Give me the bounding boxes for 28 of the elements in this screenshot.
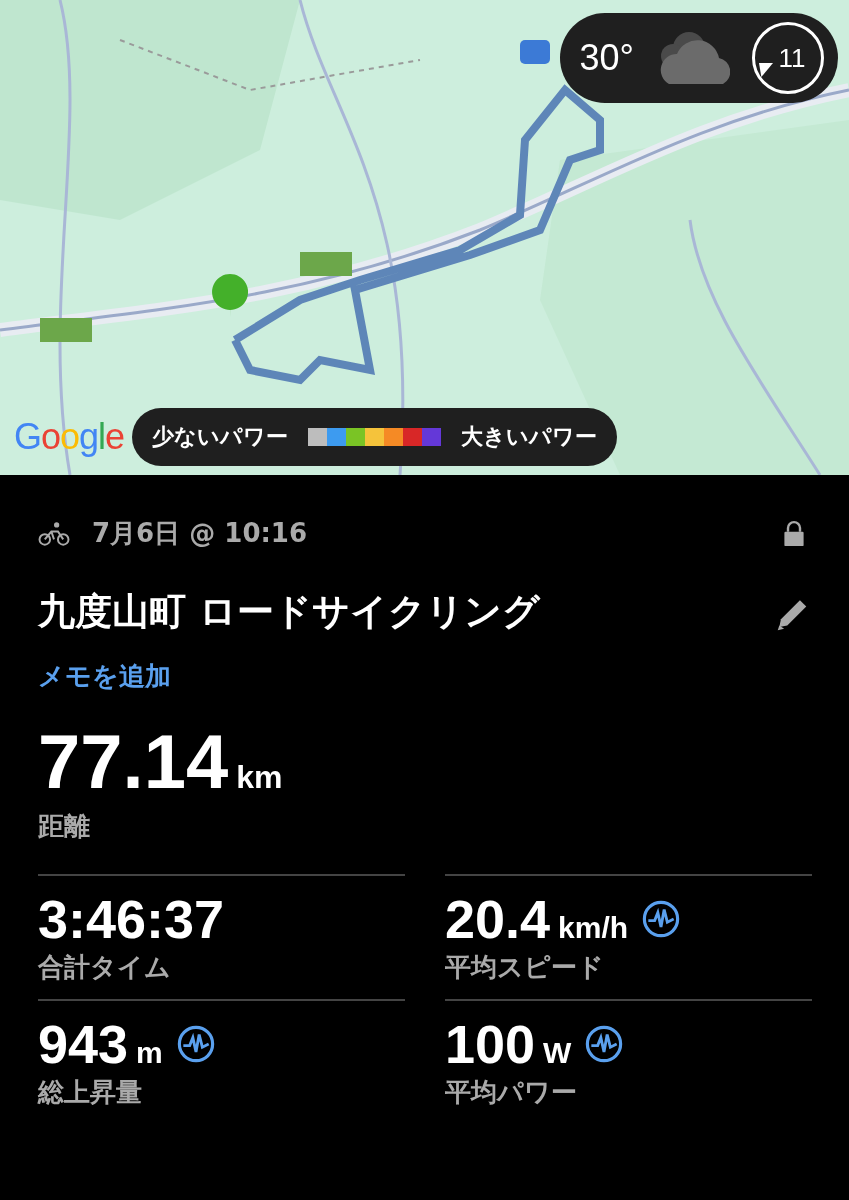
add-memo-link[interactable]: メモを追加 [38, 659, 811, 694]
legend-label: 大きいパワー [461, 423, 598, 451]
stat-label: 平均パワー [445, 1076, 578, 1109]
chart-icon[interactable] [176, 1025, 215, 1063]
stat-label: 平均スピード [445, 951, 605, 984]
weather-badge[interactable]: 30° 11 [559, 13, 838, 103]
stat-value: 943 [38, 1013, 129, 1075]
distance-unit: km [236, 759, 283, 796]
cyclist-icon [38, 520, 70, 546]
stat-unit: km/h [558, 911, 629, 945]
stat-value: 20.4 [445, 888, 551, 950]
legend-label: 少ないパワー [152, 423, 289, 451]
stat-value: 100 [445, 1013, 536, 1075]
wind-arrow-icon [759, 63, 773, 77]
map-logo: Google [14, 416, 125, 458]
distance-label: 距離 [38, 810, 91, 843]
stat-label: 合計タイム [38, 951, 172, 984]
chart-icon[interactable] [642, 900, 681, 938]
stat-unit: W [543, 1036, 572, 1070]
distance-value: 77.14 [38, 718, 229, 805]
stat-value: 3:46:37 [38, 888, 225, 950]
chart-icon[interactable] [585, 1025, 624, 1063]
wind-speed: 11 [778, 42, 806, 74]
stat-label: 総上昇量 [38, 1076, 143, 1109]
temperature: 30° [579, 37, 634, 79]
stat-unit: m [136, 1036, 163, 1070]
activity-date: 7月6日 @ 10:16 [92, 516, 309, 550]
activity-title: 九度山町 ロードサイクリング [38, 589, 542, 635]
